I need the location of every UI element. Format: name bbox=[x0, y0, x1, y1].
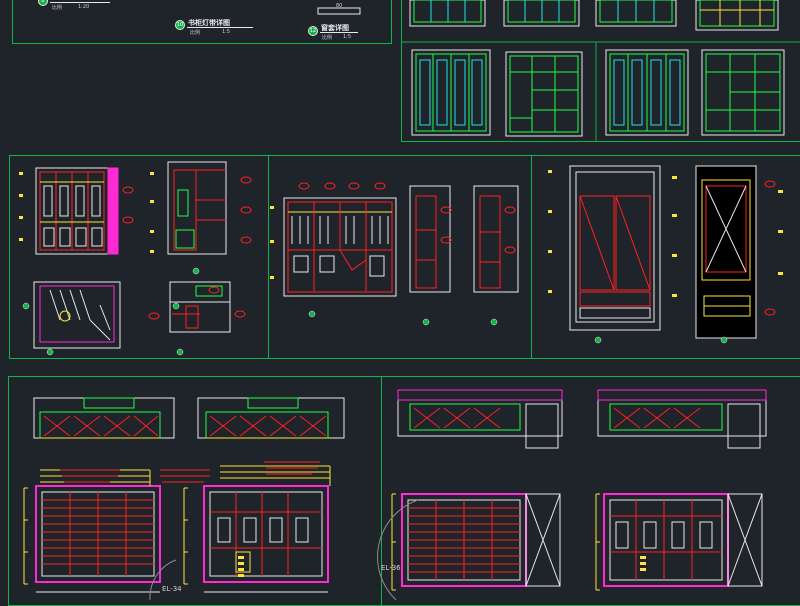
dimension-chain-left bbox=[23, 487, 28, 585]
callout-bubbles bbox=[122, 176, 776, 320]
dimension-chain-right-2 bbox=[595, 493, 600, 591]
elevation-tag-a: EL-34 bbox=[162, 585, 182, 593]
wardrobe-interior-right bbox=[701, 49, 785, 136]
wardrobe-section-b bbox=[473, 185, 519, 293]
wardrobe-interior-left bbox=[505, 51, 583, 137]
wardrobe-section-a bbox=[409, 185, 451, 293]
wardrobe-elevation-red-1 bbox=[35, 167, 119, 255]
wardrobe-elevation-top-4 bbox=[695, 0, 779, 31]
cabinet-elevation-1 bbox=[35, 485, 161, 583]
cabinet-elevation-3 bbox=[401, 493, 561, 587]
cabinet-top-view-3 bbox=[397, 389, 563, 449]
cabinet-top-view-4 bbox=[597, 389, 767, 449]
wardrobe-plan-magenta bbox=[33, 281, 121, 349]
wardrobe-elevation-top-2 bbox=[503, 0, 580, 27]
dimension-chain-right bbox=[391, 493, 396, 591]
tall-door-section bbox=[695, 165, 757, 339]
wardrobe-elevation-top-3 bbox=[595, 0, 677, 27]
cabinet-elevation-4 bbox=[603, 493, 763, 587]
elevation-tag-b: EL-36 bbox=[381, 564, 401, 572]
cad-drawing-canvas bbox=[19, 0, 800, 600]
wardrobe-elevation-main bbox=[283, 197, 397, 297]
section-markers bbox=[22, 267, 728, 356]
cabinet-elevation-2 bbox=[203, 485, 329, 583]
wardrobe-doors-right bbox=[605, 49, 689, 136]
dimension-chain-mid bbox=[183, 487, 188, 585]
cabinet-top-view-2 bbox=[197, 397, 345, 439]
wardrobe-section-red-1 bbox=[167, 161, 227, 255]
wardrobe-doors-left bbox=[411, 49, 491, 136]
tall-door-elevation bbox=[569, 165, 661, 331]
wardrobe-elevation-top-1 bbox=[409, 0, 486, 27]
cabinet-top-view-1 bbox=[33, 397, 175, 439]
dimension-box bbox=[317, 7, 361, 15]
